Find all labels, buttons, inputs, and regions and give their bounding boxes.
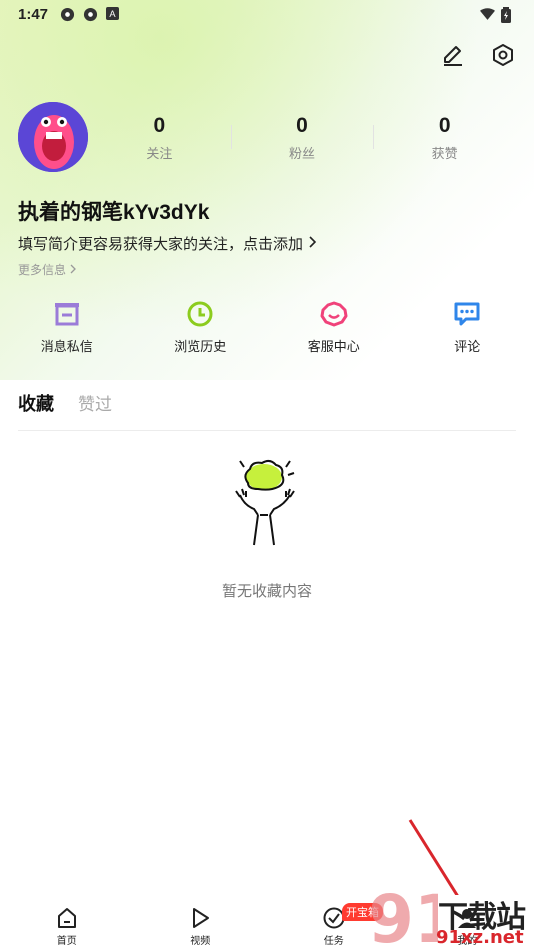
profile-row: 0 关注 0 粉丝 0 获赞: [18, 102, 516, 172]
status-time: 1:47: [18, 5, 49, 23]
svg-text:A: A: [109, 9, 116, 19]
watermark-logo: 91: [368, 882, 438, 948]
profile-stats: 0 关注 0 粉丝 0 获赞: [88, 113, 516, 162]
comment-icon: [453, 300, 481, 328]
play-icon: [189, 907, 211, 929]
content-tabs: 收藏 赞过: [18, 390, 112, 416]
wifi-icon: [480, 7, 495, 22]
stat-followers[interactable]: 0 粉丝: [230, 113, 374, 162]
nav-video[interactable]: 视频: [134, 895, 268, 950]
clock-icon: [186, 300, 214, 328]
bio-text: 填写简介更容易获得大家的关注，点击添加: [18, 236, 304, 253]
settings-gear-icon: [60, 7, 75, 22]
shortcut-service[interactable]: 客服中心: [267, 300, 401, 355]
more-info-text: 更多信息: [18, 263, 67, 277]
nav-home[interactable]: 首页: [0, 895, 134, 950]
nav-label: 视频: [190, 936, 211, 947]
chevron-right-icon: [307, 235, 317, 252]
status-bar: 1:47 A: [0, 0, 534, 28]
watermark-logo-digits: 91: [368, 882, 438, 948]
service-icon: [320, 300, 348, 328]
stat-likes[interactable]: 0 获赞: [373, 113, 516, 162]
shortcut-comments[interactable]: 评论: [401, 300, 534, 355]
shortcut-history[interactable]: 浏览历史: [134, 300, 268, 355]
stat-following[interactable]: 0 关注: [88, 113, 231, 162]
a-notification-icon: A: [106, 6, 121, 22]
bio-prompt[interactable]: 填写简介更容易获得大家的关注，点击添加: [18, 233, 317, 254]
divider: [18, 430, 516, 431]
home-icon: [56, 907, 78, 929]
stat-label: 关注: [146, 145, 173, 161]
nav-label: 任务: [323, 936, 344, 947]
stat-value: 0: [438, 113, 451, 137]
username: 执着的钢笔kYv3dYk: [18, 201, 210, 224]
shortcut-messages[interactable]: 消息私信: [0, 300, 134, 355]
tab-favorites[interactable]: 收藏: [18, 390, 54, 416]
empty-state-text: 暂无收藏内容: [221, 583, 312, 600]
stat-label: 粉丝: [289, 145, 316, 161]
nav-label: 首页: [56, 936, 77, 947]
empty-state-illustration: [228, 455, 308, 555]
shortcut-bar: 消息私信 浏览历史 客服中心 评论: [0, 300, 534, 355]
settings-icon[interactable]: [490, 42, 516, 68]
shortcut-label: 客服中心: [307, 339, 360, 354]
edit-icon[interactable]: [440, 42, 466, 68]
avatar[interactable]: [18, 102, 88, 172]
shortcut-label: 浏览历史: [174, 339, 227, 354]
watermark-url: 91xz.net: [436, 927, 524, 948]
stat-label: 获赞: [431, 145, 458, 161]
header-actions: [440, 42, 516, 68]
more-info-link[interactable]: 更多信息: [18, 261, 77, 278]
shortcut-label: 消息私信: [40, 339, 93, 354]
settings-gear-icon: [83, 7, 98, 22]
inbox-icon: [53, 300, 81, 328]
stat-value: 0: [296, 113, 308, 137]
chevron-right-icon: [69, 263, 77, 277]
shortcut-label: 评论: [454, 339, 481, 354]
tab-liked[interactable]: 赞过: [78, 390, 112, 415]
battery-icon: [501, 6, 516, 23]
stat-value: 0: [153, 113, 166, 137]
